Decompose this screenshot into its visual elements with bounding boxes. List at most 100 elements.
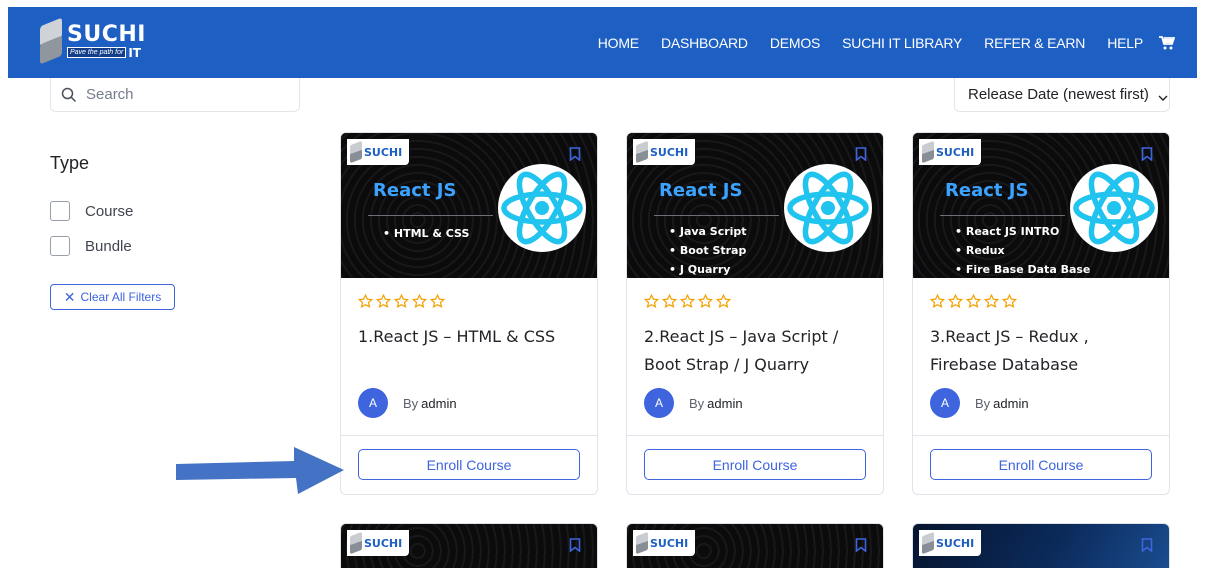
bookmark-icon[interactable] [1141, 538, 1153, 553]
thumbnail-logo: SUCHI [347, 530, 409, 556]
bundle-checkbox[interactable] [50, 236, 70, 256]
star-icon [984, 294, 999, 309]
star-icon [412, 294, 427, 309]
star-icon [662, 294, 677, 309]
thumbnail-point: • Redux [955, 244, 1005, 257]
author-prefix: By [403, 395, 419, 411]
logo-mark-icon [38, 17, 64, 65]
logo-suffix: IT [128, 45, 141, 60]
star-icon [358, 294, 373, 309]
suchi-it-logo[interactable]: SUCHI Pave the path for IT [38, 17, 146, 65]
thumbnail-logo: SUCHI [919, 530, 981, 556]
enroll-course-button[interactable]: Enroll Course [644, 449, 866, 480]
star-icon [966, 294, 981, 309]
clear-all-filters-button[interactable]: ✕ Clear All Filters [50, 284, 175, 310]
course-card[interactable]: SUCHI [340, 523, 598, 568]
course-thumbnail[interactable]: SUCHI [627, 524, 883, 568]
star-icon [430, 294, 445, 309]
author-name-link[interactable]: admin [421, 396, 456, 411]
logo-mark-icon [922, 140, 934, 164]
nav-home[interactable]: HOME [598, 35, 639, 51]
nav-demos[interactable]: DEMOS [770, 35, 821, 51]
logo-mark-icon [636, 531, 648, 555]
course-author: A By admin [358, 388, 457, 418]
thumbnail-logo: SUCHI [633, 139, 695, 165]
chevron-down-icon [1158, 90, 1168, 101]
course-title-link[interactable]: 2.React JS – Java Script / Boot Strap / … [644, 323, 874, 379]
bookmark-icon[interactable] [855, 538, 867, 553]
course-card[interactable]: SUCHI React JS • Java Script • Boot Stra… [626, 132, 884, 495]
thumbnail-logo-word: SUCHI [364, 145, 403, 159]
clear-filters-label: Clear All Filters [80, 290, 162, 304]
course-title-link[interactable]: 1.React JS – HTML & CSS [358, 323, 588, 351]
course-card[interactable]: SUCHI [912, 523, 1170, 568]
thumbnail-point: • React JS INTRO [955, 225, 1060, 238]
course-card[interactable]: SUCHI React JS • HTML & CSS 1.React JS –… [340, 132, 598, 495]
logo-mark-icon [350, 531, 362, 555]
nav-dashboard[interactable]: DASHBOARD [661, 35, 748, 51]
course-author: A By admin [644, 388, 743, 418]
search-placeholder: Search [86, 86, 134, 103]
thumbnail-point: • Boot Strap [669, 244, 747, 257]
bookmark-icon[interactable] [569, 538, 581, 553]
thumbnail-logo-word: SUCHI [936, 536, 975, 550]
filter-label: Bundle [85, 237, 132, 255]
course-thumbnail[interactable]: SUCHI [913, 524, 1169, 568]
cart-icon[interactable] [1159, 35, 1176, 50]
avatar: A [358, 388, 388, 418]
logo-mark-icon [636, 140, 648, 164]
thumbnail-logo-word: SUCHI [650, 536, 689, 550]
thumbnail-title: React JS [373, 180, 457, 201]
author-prefix: By [975, 395, 991, 411]
course-title-link[interactable]: 3.React JS – Redux , Firebase Database [930, 323, 1160, 379]
course-card[interactable]: SUCHI [626, 523, 884, 568]
star-icon [376, 294, 391, 309]
course-thumbnail[interactable]: SUCHI React JS • HTML & CSS [341, 133, 597, 278]
thumbnail-point: • J Quarry [669, 263, 731, 276]
course-thumbnail[interactable]: SUCHI React JS • Java Script • Boot Stra… [627, 133, 883, 278]
bookmark-icon[interactable] [855, 147, 867, 162]
search-input[interactable]: Search [50, 78, 300, 112]
enroll-course-button[interactable]: Enroll Course [930, 449, 1152, 480]
annotation-arrow-icon [176, 447, 344, 494]
rating-stars [644, 294, 734, 309]
thumbnail-logo-word: SUCHI [936, 145, 975, 159]
logo-mark-icon [350, 140, 362, 164]
star-icon [644, 294, 659, 309]
bookmark-icon[interactable] [569, 147, 581, 162]
author-name-link[interactable]: admin [707, 396, 742, 411]
course-checkbox[interactable] [50, 201, 70, 221]
nav-suchi-it-library[interactable]: SUCHI IT LIBRARY [842, 35, 962, 51]
react-logo-icon [784, 164, 872, 252]
sort-select[interactable]: Release Date (newest first) [954, 78, 1170, 112]
thumbnail-logo: SUCHI [633, 530, 695, 556]
author-name-link[interactable]: admin [993, 396, 1028, 411]
sort-selected-value: Release Date (newest first) [968, 86, 1149, 103]
nav-refer-and-earn[interactable]: REFER & EARN [984, 35, 1085, 51]
thumbnail-title: React JS [945, 180, 1029, 201]
enroll-course-button[interactable]: Enroll Course [358, 449, 580, 480]
main-nav: HOME DASHBOARD DEMOS SUCHI IT LIBRARY RE… [576, 7, 1176, 78]
thumbnail-point: • Fire Base Data Base [955, 263, 1091, 276]
logo-word: SUCHI [67, 21, 146, 47]
course-card[interactable]: SUCHI React JS • React JS INTRO • Redux … [912, 132, 1170, 495]
star-icon [1002, 294, 1017, 309]
thumbnail-logo-word: SUCHI [364, 536, 403, 550]
nav-help[interactable]: HELP [1107, 35, 1143, 51]
thumbnail-logo-word: SUCHI [650, 145, 689, 159]
type-filter-heading: Type [50, 153, 90, 173]
site-header: SUCHI Pave the path for IT HOME DASHBOAR… [8, 7, 1197, 78]
course-author: A By admin [930, 388, 1029, 418]
filter-course[interactable]: Course [50, 201, 133, 221]
filter-bundle[interactable]: Bundle [50, 236, 132, 256]
close-icon: ✕ [63, 289, 76, 305]
course-thumbnail[interactable]: SUCHI [341, 524, 597, 568]
star-icon [930, 294, 945, 309]
thumbnail-title: React JS [659, 180, 743, 201]
course-thumbnail[interactable]: SUCHI React JS • React JS INTRO • Redux … [913, 133, 1169, 278]
search-icon [61, 87, 77, 103]
star-icon [716, 294, 731, 309]
thumbnail-points: • Java Script • Boot Strap • J Quarry [669, 222, 747, 278]
bookmark-icon[interactable] [1141, 147, 1153, 162]
avatar: A [930, 388, 960, 418]
